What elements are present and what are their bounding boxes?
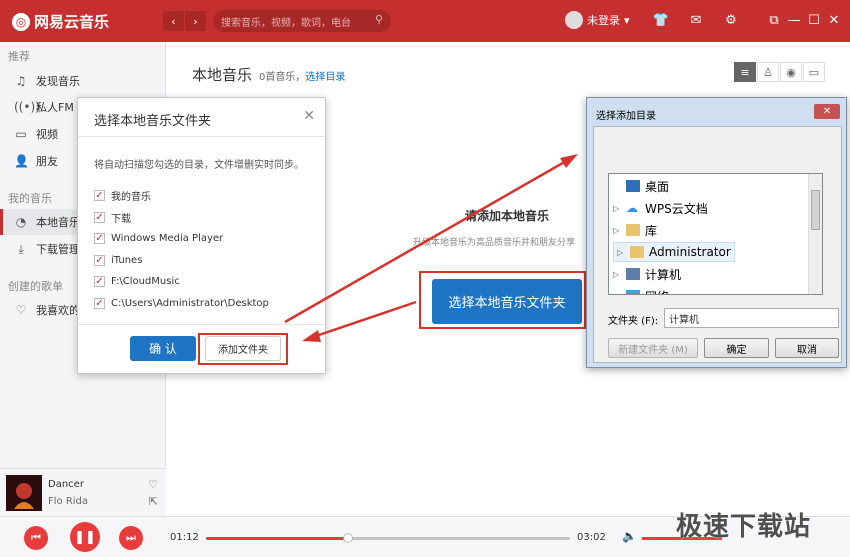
pause-icon[interactable]: ❚❚	[70, 522, 100, 552]
volume-icon[interactable]: 🔈	[622, 529, 637, 543]
progress-knob[interactable]	[342, 533, 353, 543]
next-icon[interactable]: ⏭	[119, 526, 143, 550]
arrow-line	[284, 158, 569, 324]
annotation-arrows	[284, 154, 578, 342]
previous-icon[interactable]: ⏮	[24, 526, 48, 550]
progress-fill	[206, 537, 348, 540]
arrow-line	[315, 300, 417, 338]
current-time: 01:12	[170, 532, 199, 543]
progress-bar[interactable]	[206, 533, 570, 543]
watermark-text: 极速下载站	[676, 512, 812, 542]
total-time: 03:02	[577, 532, 606, 543]
arrow-head	[302, 330, 321, 342]
arrow-head	[560, 154, 578, 168]
